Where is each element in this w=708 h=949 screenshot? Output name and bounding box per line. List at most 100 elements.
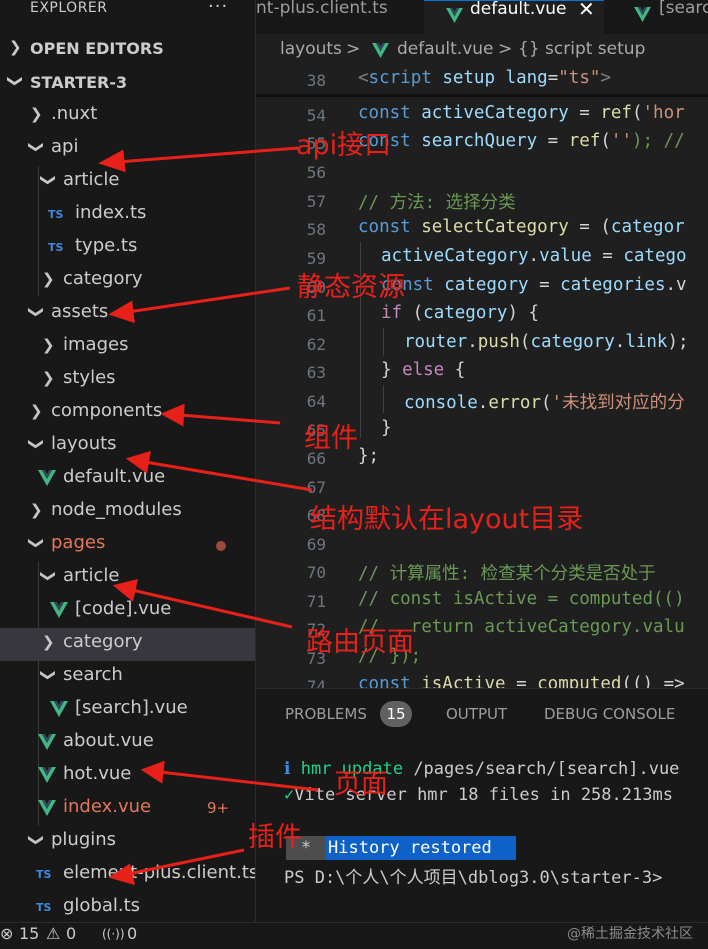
chevron-down-icon: ❯ xyxy=(39,569,58,583)
annotation-components: 组件 xyxy=(304,423,358,454)
tab-debug-console[interactable]: DEBUG CONSOLE xyxy=(544,705,675,723)
file-label: type.ts xyxy=(75,235,138,256)
code-line-sticky: <script setup lang="ts"> xyxy=(358,68,611,88)
tree-folder-styles[interactable]: ❯ styles xyxy=(0,364,255,397)
indent-guide xyxy=(383,328,384,356)
tree-file-index-ts[interactable]: TS index.ts xyxy=(0,199,255,232)
line-number: 64 xyxy=(306,392,326,411)
tree-folder-category[interactable]: ❯ category xyxy=(0,265,255,298)
tree-file-about-vue[interactable]: about.vue xyxy=(0,727,255,760)
ports-icon[interactable]: ((·)) xyxy=(102,927,125,941)
tree-folder-pages[interactable]: ❯ pages xyxy=(0,529,255,562)
tree-file-element-plus[interactable]: TS element-plus.client.ts xyxy=(0,859,255,892)
tree-folder-nuxt[interactable]: ❯ .nuxt xyxy=(0,100,255,133)
chevron-down-icon: ❯ xyxy=(39,173,58,187)
ports-count[interactable]: 0 xyxy=(127,924,137,943)
line-number: 62 xyxy=(306,335,326,354)
annotation-assets: 静态资源 xyxy=(297,272,405,303)
tree-file-search-vue[interactable]: [search].vue xyxy=(0,694,255,727)
tree-folder-plugins[interactable]: ❯ plugins xyxy=(0,826,255,859)
tree-file-index-vue[interactable]: index.vue 9+ xyxy=(0,793,255,826)
more-actions-icon[interactable]: ··· xyxy=(208,0,228,17)
tab-label: [searc xyxy=(659,0,708,18)
editor-tab-bar: nt-plus.client.ts default.vue ✕ [searc xyxy=(256,0,708,35)
code-line: const selectCategory = (categor xyxy=(358,217,685,237)
chevron-right-icon: ❯ xyxy=(30,501,43,519)
tree-file-type-ts[interactable]: TS type.ts xyxy=(0,232,255,265)
typescript-file-icon: TS xyxy=(36,868,52,881)
tree-folder-api[interactable]: ❯ api xyxy=(0,133,255,166)
chevron-down-icon: ❯ xyxy=(6,74,25,88)
breadcrumb-default-vue[interactable]: default.vue xyxy=(397,39,494,59)
code-line: const isActive = computed(() => xyxy=(358,674,685,688)
tree-folder-pages-article[interactable]: ❯ article xyxy=(0,562,255,595)
tree-folder-images[interactable]: ❯ images xyxy=(0,331,255,364)
tree-file-global-ts[interactable]: TS global.ts xyxy=(0,892,255,922)
line-number: 38 xyxy=(306,71,326,90)
warning-count[interactable]: 0 xyxy=(66,924,76,943)
tree-folder-article[interactable]: ❯ article xyxy=(0,166,255,199)
breadcrumb-script-setup[interactable]: {} script setup xyxy=(518,39,645,59)
warning-icon[interactable]: ⚠ xyxy=(46,924,60,943)
line-number: 70 xyxy=(306,563,326,582)
breadcrumb-layouts[interactable]: layouts xyxy=(280,39,342,59)
folder-label: images xyxy=(63,334,129,355)
close-icon[interactable]: ✕ xyxy=(578,1,595,21)
code-line: const activeCategory = ref('hor xyxy=(358,103,685,123)
git-modified-dot xyxy=(216,541,226,551)
folder-label: category xyxy=(63,631,143,652)
line-number: 58 xyxy=(306,220,326,239)
history-restored-label: History restored xyxy=(326,836,516,860)
code-line: // 计算属性: 检查某个分类是否处于 xyxy=(358,564,656,584)
open-editors-section[interactable]: ❯ OPEN EDITORS xyxy=(0,33,255,66)
tab-search-vue[interactable]: [searc xyxy=(604,0,708,34)
chevron-down-icon: ❯ xyxy=(27,305,46,319)
line-number: 56 xyxy=(306,163,326,182)
code-line: // const isActive = computed(() xyxy=(358,589,685,609)
tree-folder-search[interactable]: ❯ search xyxy=(0,661,255,694)
tab-default-vue[interactable]: default.vue ✕ xyxy=(424,0,604,35)
tree-folder-assets[interactable]: ❯ assets xyxy=(0,298,255,331)
folder-label: styles xyxy=(63,367,116,388)
tab-problems[interactable]: PROBLEMS xyxy=(285,705,367,723)
folder-label: article xyxy=(63,565,120,586)
problems-count-badge: 9+ xyxy=(207,799,230,817)
tree-folder-node-modules[interactable]: ❯ node_modules xyxy=(0,496,255,529)
watermark: @稀土掘金技术社区 xyxy=(567,926,693,942)
folder-label: components xyxy=(51,400,163,421)
typescript-file-icon: TS xyxy=(48,241,64,254)
sticky-scroll-shadow xyxy=(256,94,708,97)
tab-output[interactable]: OUTPUT xyxy=(446,705,507,723)
project-section[interactable]: ❯ STARTER-3 xyxy=(0,67,255,100)
vue-file-icon xyxy=(50,701,68,717)
file-label: global.ts xyxy=(63,895,141,916)
code-line: // 方法: 选择分类 xyxy=(358,193,516,213)
tree-file-default-vue[interactable]: default.vue xyxy=(0,463,255,496)
typescript-file-icon: TS xyxy=(48,208,64,221)
annotation-layouts: 结构默认在layout目录 xyxy=(310,504,584,535)
chevron-down-icon: ❯ xyxy=(27,833,46,847)
tab-element-plus-client[interactable]: nt-plus.client.ts xyxy=(256,0,424,34)
code-line: const searchQuery = ref(''); // xyxy=(358,131,685,151)
annotation-plugins: 插件 xyxy=(248,822,302,853)
terminal-prompt[interactable]: PS D:\个人\个人项目\dblog3.0\starter-3> xyxy=(284,863,662,888)
file-label: index.vue xyxy=(63,796,152,817)
tree-folder-layouts[interactable]: ❯ layouts xyxy=(0,430,255,463)
tree-folder-pages-category[interactable]: ❯ category xyxy=(0,628,255,661)
tree-file-hot-vue[interactable]: hot.vue xyxy=(0,760,255,793)
annotation-pages: 路由页面 xyxy=(306,627,414,658)
line-number: 63 xyxy=(306,363,326,382)
code-line: console.error('未找到对应的分 xyxy=(404,393,685,413)
code-line: if (category) { xyxy=(381,303,540,323)
error-icon[interactable]: ⊗ xyxy=(0,924,13,943)
chevron-right-icon: ❯ xyxy=(9,38,22,56)
tree-folder-components[interactable]: ❯ components xyxy=(0,397,255,430)
indent-guide xyxy=(383,385,384,413)
problems-count-badge: 15 xyxy=(380,701,412,727)
tree-file-code-vue[interactable]: [code].vue xyxy=(0,595,255,628)
folder-label: .nuxt xyxy=(51,103,98,124)
error-count[interactable]: 15 xyxy=(19,924,39,943)
bottom-panel: PROBLEMS 15 OUTPUT DEBUG CONSOLE ℹ hmr u… xyxy=(256,688,708,923)
file-label: about.vue xyxy=(63,730,154,751)
vue-file-icon xyxy=(38,767,56,783)
